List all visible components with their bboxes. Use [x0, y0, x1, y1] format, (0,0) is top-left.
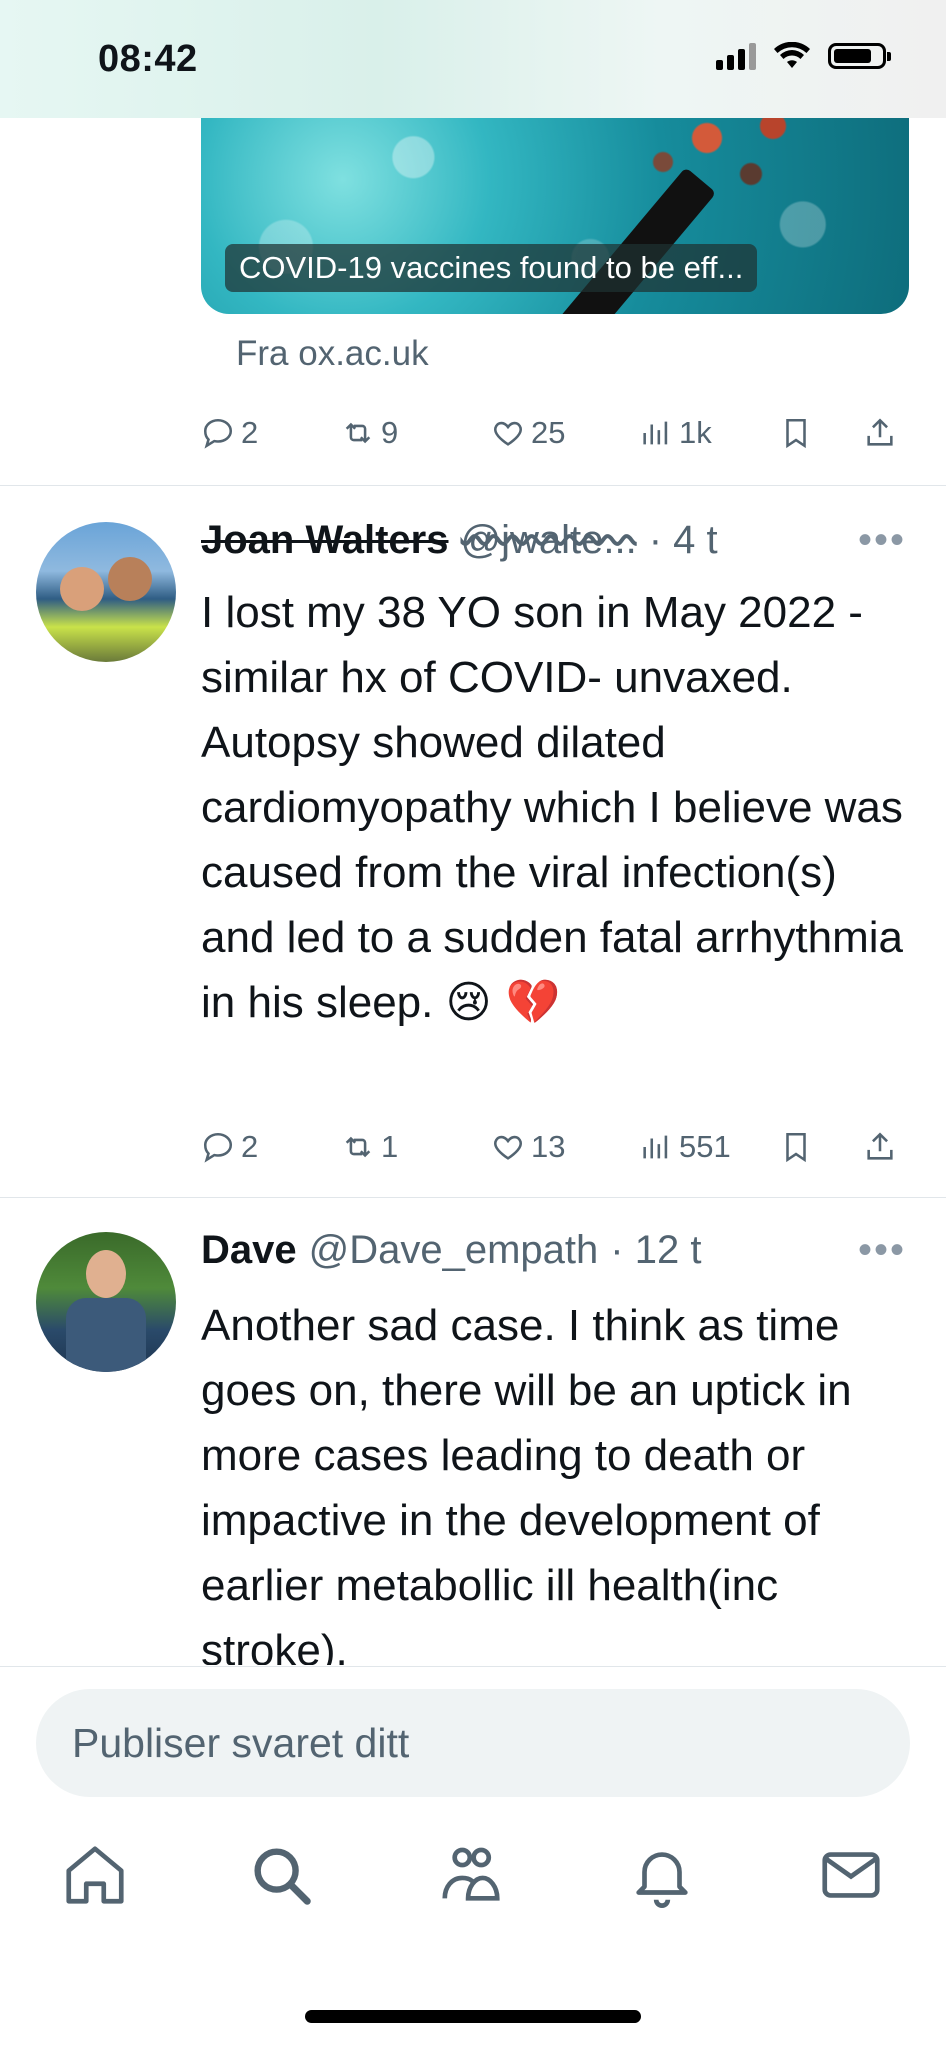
link-card-source[interactable]: Fra ox.ac.uk — [236, 334, 429, 374]
reply-icon — [203, 1132, 233, 1163]
tweet-text: I lost my 38 YO son in May 2022 - simila… — [201, 580, 916, 1035]
bottom-navigation — [0, 1840, 946, 1950]
bookmark-button[interactable] — [779, 1130, 813, 1164]
heart-icon — [494, 1135, 522, 1160]
author-name[interactable]: Joan Walters — [201, 518, 448, 563]
views-button[interactable]: 1k — [639, 415, 712, 451]
avatar[interactable] — [36, 522, 176, 662]
reply-icon — [203, 418, 233, 449]
author-handle[interactable]: @jwalte... — [460, 518, 636, 563]
status-time: 08:42 — [98, 38, 198, 80]
messages-icon[interactable] — [816, 1840, 886, 1910]
link-card-caption: COVID-19 vaccines found to be eff... — [225, 244, 758, 292]
reply-count: 2 — [241, 415, 259, 450]
tweet-text: Another sad case. I think as time goes o… — [201, 1301, 852, 1665]
bookmark-icon — [786, 418, 806, 449]
heart-icon — [494, 421, 522, 446]
avatar[interactable] — [36, 1232, 176, 1372]
views-button[interactable]: 551 — [639, 1129, 731, 1165]
home-indicator — [305, 2010, 641, 2023]
share-icon — [867, 1132, 893, 1160]
more-options-icon[interactable]: ••• — [858, 518, 906, 563]
views-icon — [643, 1135, 668, 1159]
repost-icon — [345, 1136, 371, 1158]
cellular-signal-icon — [716, 42, 756, 70]
like-count: 13 — [531, 1129, 566, 1164]
tweet-actions: 2 1 13 551 — [201, 1122, 909, 1172]
divider — [0, 485, 946, 486]
tweet-header: Joan Walters @jwalte... · 4 t — [201, 518, 718, 563]
like-button[interactable]: 25 — [491, 415, 565, 451]
views-count: 1k — [679, 415, 712, 450]
author-name[interactable]: Dave — [201, 1228, 297, 1273]
reply-button[interactable]: 2 — [201, 415, 258, 451]
divider — [0, 1666, 946, 1667]
author-handle[interactable]: @Dave_empath — [309, 1228, 599, 1273]
reply-count: 2 — [241, 1129, 259, 1164]
communities-icon[interactable] — [436, 1840, 506, 1910]
like-count: 25 — [531, 415, 566, 450]
bookmark-button[interactable] — [779, 416, 813, 450]
repost-button[interactable]: 9 — [341, 415, 398, 451]
status-icons — [716, 42, 891, 70]
tweet-emoji: 😢 💔 — [445, 977, 561, 1028]
more-options-icon[interactable]: ••• — [858, 1228, 906, 1273]
views-icon — [643, 421, 668, 445]
tweet-text-content: I lost my 38 YO son in May 2022 - simila… — [201, 588, 904, 1027]
bookmark-icon — [786, 1132, 806, 1163]
share-button[interactable] — [863, 416, 897, 450]
share-icon — [867, 418, 893, 446]
repost-count: 9 — [381, 415, 399, 450]
views-count: 551 — [679, 1129, 731, 1164]
repost-button[interactable]: 1 — [341, 1129, 398, 1165]
reply-input[interactable]: Publiser svaret ditt — [36, 1689, 910, 1797]
tweet-actions: 2 9 25 1k — [201, 408, 909, 458]
home-icon[interactable] — [60, 1840, 130, 1910]
reply-button[interactable]: 2 — [201, 1129, 258, 1165]
notifications-icon[interactable] — [627, 1840, 697, 1910]
like-button[interactable]: 13 — [491, 1129, 565, 1165]
status-bar: 08:42 — [0, 0, 946, 118]
link-card-image[interactable]: COVID-19 vaccines found to be eff... — [201, 90, 909, 314]
search-icon[interactable] — [246, 1840, 316, 1910]
divider — [0, 1197, 946, 1198]
wifi-icon — [774, 42, 810, 68]
battery-icon — [828, 43, 891, 69]
tweet-header: Dave @Dave_empath · 12 t — [201, 1228, 701, 1273]
share-button[interactable] — [863, 1130, 897, 1164]
tweet-time: · 12 t — [610, 1228, 702, 1272]
repost-count: 1 — [381, 1129, 399, 1164]
repost-icon — [345, 422, 371, 444]
tweet-time: · 4 t — [648, 518, 718, 562]
